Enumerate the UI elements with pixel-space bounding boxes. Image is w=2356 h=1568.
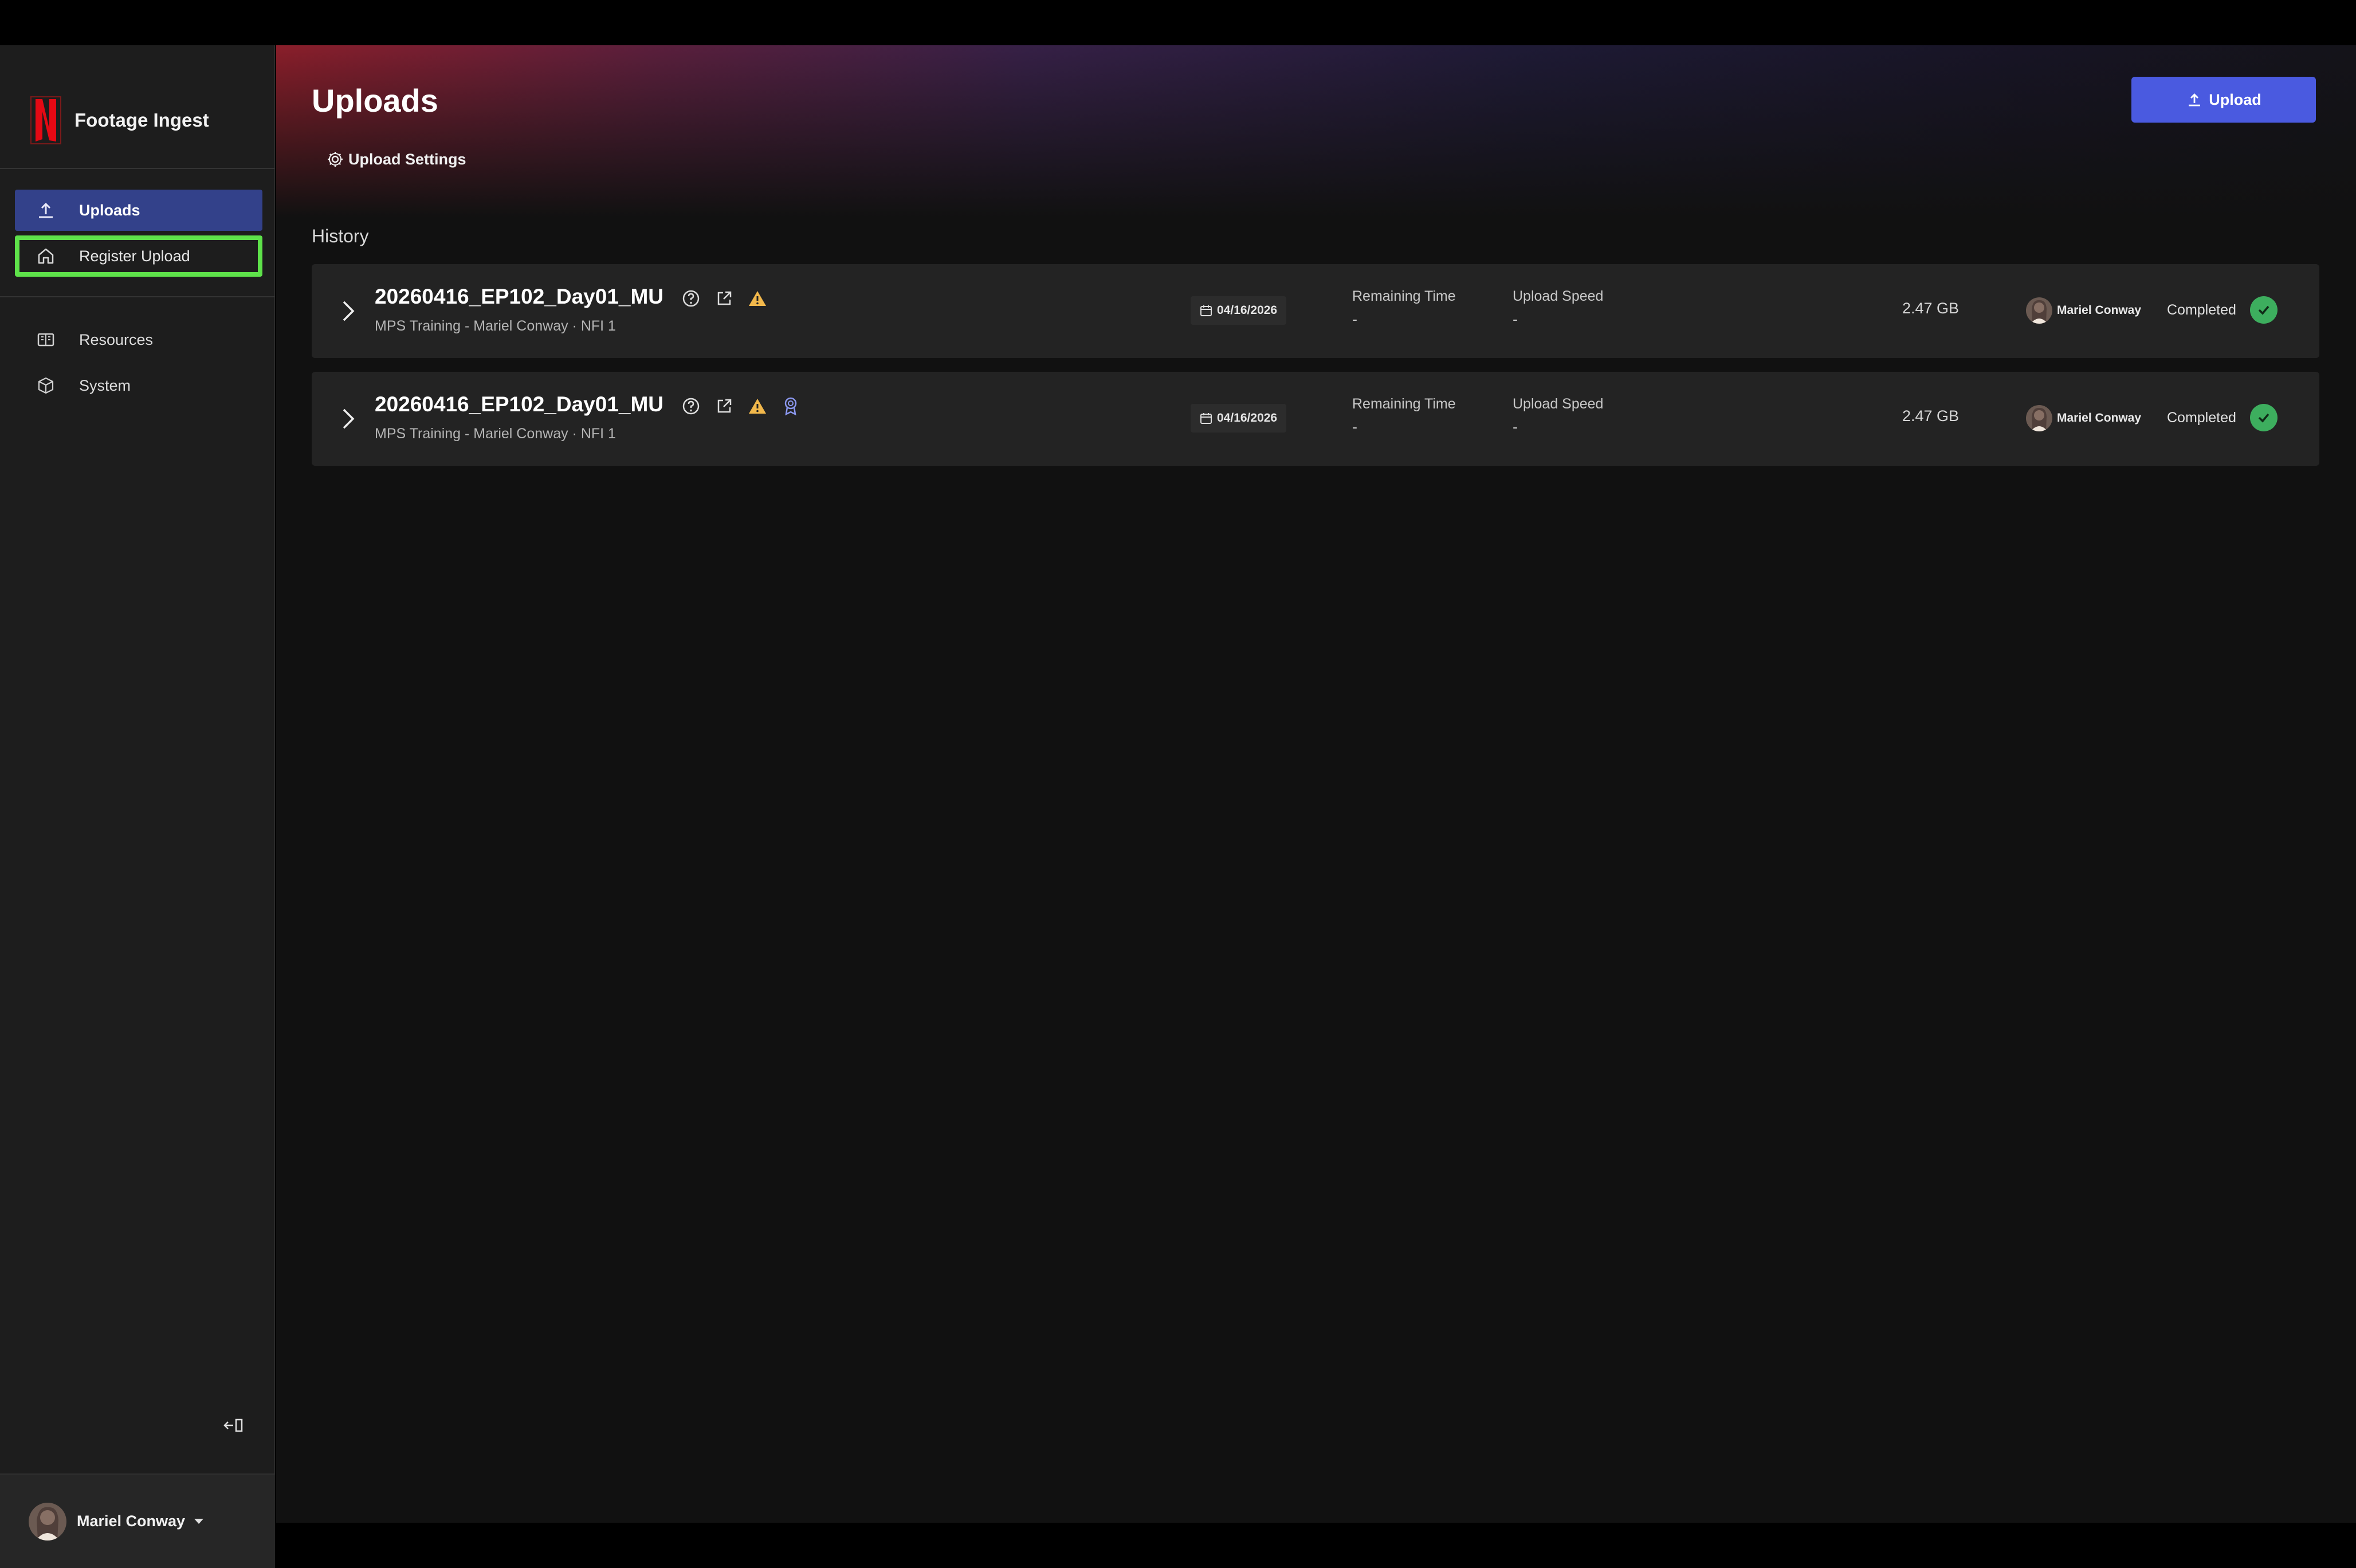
- upload-speed: Upload Speed -: [1513, 396, 1603, 436]
- help-icon[interactable]: [681, 288, 701, 309]
- header-gradient: [276, 45, 2356, 217]
- upload-title: 20260416_EP102_Day01_MU: [375, 285, 664, 308]
- help-icon[interactable]: [681, 396, 701, 416]
- upload-subtitle: MPS Training - Mariel Conway · NFI 1: [375, 318, 616, 334]
- upload-button[interactable]: Upload: [2131, 77, 2316, 123]
- upload-row[interactable]: 20260416_EP102_Day01_MU MPS Training - M…: [312, 372, 2319, 466]
- warning-icon: [747, 396, 768, 416]
- cube-icon: [36, 375, 56, 396]
- upload-button-label: Upload: [2209, 91, 2261, 108]
- sidebar-item-register-upload[interactable]: Register Upload: [15, 235, 262, 277]
- date-text: 04/16/2026: [1217, 304, 1278, 317]
- status-text: Completed: [2167, 301, 2236, 318]
- date-badge: 04/16/2026: [1191, 404, 1287, 433]
- chevron-right-icon[interactable]: [337, 405, 360, 433]
- user-menu[interactable]: Mariel Conway: [0, 1473, 275, 1568]
- status: Completed: [2167, 404, 2278, 431]
- chevron-right-icon[interactable]: [337, 297, 360, 325]
- gear-icon: [325, 150, 345, 169]
- remaining-time-value: -: [1352, 418, 1357, 435]
- external-link-icon[interactable]: [714, 396, 735, 416]
- upload-speed-label: Upload Speed: [1513, 288, 1604, 304]
- remaining-time: Remaining Time -: [1352, 396, 1456, 436]
- collapse-sidebar-icon: [223, 1418, 243, 1432]
- status: Completed: [2167, 296, 2278, 324]
- upload-settings-label: Upload Settings: [348, 150, 466, 168]
- uploader-name: Mariel Conway: [2057, 304, 2142, 317]
- remaining-time-label: Remaining Time: [1352, 396, 1456, 412]
- book-icon: [36, 329, 56, 350]
- sidebar-item-system[interactable]: System: [15, 368, 262, 403]
- sidebar-divider: [0, 168, 275, 169]
- sidebar-item-label: System: [79, 376, 131, 394]
- remaining-time-label: Remaining Time: [1352, 288, 1456, 304]
- sidebar-divider: [0, 296, 275, 297]
- date-text: 04/16/2026: [1217, 411, 1278, 425]
- main-content: Uploads Upload Upload Settings History 2…: [276, 45, 2356, 1523]
- row-icons: [681, 396, 814, 416]
- row-icons: [681, 288, 780, 309]
- brand: Footage Ingest: [30, 96, 209, 145]
- uploader: Mariel Conway: [2026, 405, 2141, 431]
- upload-icon: [36, 200, 56, 221]
- upload-speed-value: -: [1513, 418, 1518, 435]
- check-icon: [2249, 404, 2278, 431]
- sidebar-item-label: Uploads: [79, 201, 140, 219]
- avatar: [29, 1502, 66, 1541]
- avatar: [2026, 405, 2052, 431]
- app-name: Footage Ingest: [74, 109, 209, 131]
- chevron-down-icon: [194, 1519, 204, 1524]
- sidebar: Footage Ingest Uploads Register Upload R…: [0, 45, 275, 1568]
- check-icon: [2249, 296, 2278, 324]
- file-size: 2.47 GB: [1902, 300, 1960, 317]
- status-text: Completed: [2167, 409, 2236, 426]
- upload-row[interactable]: 20260416_EP102_Day01_MU MPS Training - M…: [312, 264, 2319, 358]
- sidebar-item-label: Resources: [79, 331, 154, 348]
- sidebar-item-resources[interactable]: Resources: [15, 323, 262, 357]
- collapse-sidebar-button[interactable]: [222, 1415, 245, 1436]
- upload-speed-value: -: [1513, 311, 1518, 328]
- upload-icon: [2186, 91, 2203, 108]
- upload-speed-label: Upload Speed: [1513, 396, 1604, 412]
- badge-icon: [780, 396, 801, 416]
- upload-speed: Upload Speed -: [1513, 288, 1603, 328]
- external-link-icon[interactable]: [714, 288, 735, 309]
- file-size: 2.47 GB: [1902, 407, 1960, 425]
- sidebar-item-uploads[interactable]: Uploads: [15, 190, 262, 231]
- uploader-name: Mariel Conway: [2057, 411, 2142, 425]
- calendar-icon: [1200, 412, 1212, 425]
- upload-title: 20260416_EP102_Day01_MU: [375, 392, 664, 416]
- section-title: History: [312, 226, 369, 246]
- warning-icon: [747, 288, 768, 309]
- calendar-icon: [1200, 304, 1212, 317]
- remaining-time: Remaining Time -: [1352, 288, 1456, 328]
- remaining-time-value: -: [1352, 311, 1357, 328]
- sidebar-item-label: Register Upload: [79, 247, 190, 265]
- home-icon: [36, 246, 56, 266]
- user-name: Mariel Conway: [77, 1512, 186, 1530]
- page-title: Uploads: [312, 82, 438, 119]
- upload-settings-link[interactable]: Upload Settings: [325, 150, 466, 169]
- uploader: Mariel Conway: [2026, 297, 2141, 324]
- date-badge: 04/16/2026: [1191, 296, 1287, 325]
- netflix-logo-icon: [30, 96, 61, 144]
- upload-subtitle: MPS Training - Mariel Conway · NFI 1: [375, 426, 616, 442]
- top-bar: [0, 0, 2356, 45]
- avatar: [2026, 297, 2052, 324]
